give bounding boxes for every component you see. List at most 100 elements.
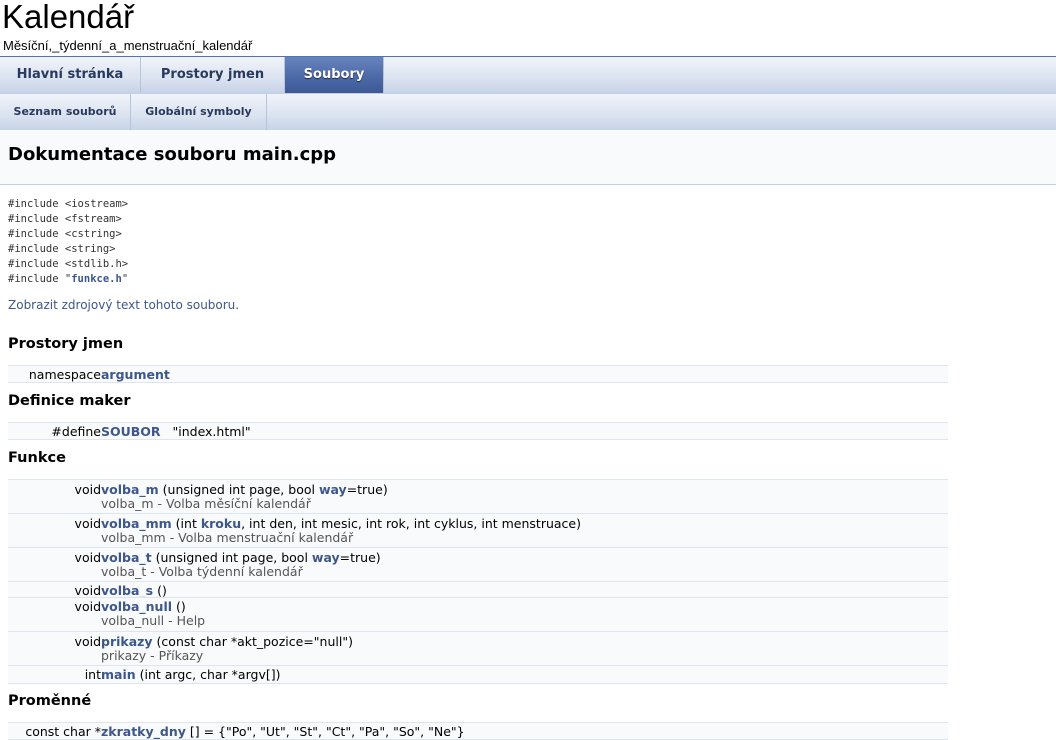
member-type: void (74, 516, 101, 531)
include-prefix: #include (8, 228, 65, 240)
member-link-soubor[interactable]: SOUBOR (101, 424, 161, 439)
member-type: int (84, 667, 101, 682)
include-name: <iostream> (64, 198, 129, 210)
member-type: namespace (28, 367, 101, 382)
member-link-volba-m[interactable]: volba_m (101, 482, 159, 497)
table-row: void prikazy (const char *akt_pozice="nu… (8, 631, 948, 665)
include-line: #include <string> (8, 242, 128, 257)
include-line: #include <stdlib.h> (8, 257, 128, 272)
tab-global-symbols[interactable]: Globální symboly (131, 94, 267, 130)
signature-text: (const char *akt_pozice="null") (152, 634, 353, 649)
signature-text: () (153, 583, 167, 598)
member-description: volba_null - Help (101, 613, 206, 628)
include-link-funkce[interactable]: funkce.h (71, 273, 122, 285)
member-link-volba-s[interactable]: volba_s (101, 583, 153, 598)
member-signature: volba_t (unsigned int page, bool way=tru… (101, 550, 381, 565)
include-line: #include <cstring> (8, 227, 128, 242)
section-title-variables: Proměnné (8, 693, 92, 709)
member-description: volba_m - Volba měsíční kalendář (101, 496, 311, 511)
member-link-main[interactable]: main (101, 667, 136, 682)
member-signature: prikazy (const char *akt_pozice="null") (101, 634, 353, 649)
member-link-volba-t[interactable]: volba_t (101, 550, 152, 565)
include-list: #include <iostream> #include <fstream> #… (8, 197, 128, 287)
table-row: void volba_mm (int kroku, int den, int m… (8, 513, 948, 547)
project-name: Kalendář (2, 0, 135, 35)
section-title-macros: Definice maker (8, 393, 131, 409)
member-description: volba_mm - Volba menstruační kalendář (101, 530, 354, 545)
param-link-way[interactable]: way (319, 482, 347, 497)
member-link-volba-null[interactable]: volba_null (101, 599, 172, 614)
param-link-way[interactable]: way (312, 550, 340, 565)
include-prefix: #include (8, 213, 65, 225)
table-row: namespace argument (8, 365, 948, 383)
member-type: void (74, 634, 101, 649)
member-type: void (74, 599, 101, 614)
variable-value: [] = {"Po", "Ut", "St", "Ct", "Pa", "So"… (185, 724, 465, 739)
member-description: prikazy - Příkazy (101, 648, 204, 663)
include-line: #include <iostream> (8, 197, 128, 212)
macro-value: "index.html" (172, 424, 251, 439)
page-header: Dokumentace souboru main.cpp (0, 130, 1056, 185)
project-brief: Měsíční,_týdenní_a_menstruační_kalendář (3, 38, 253, 53)
table-row: #define SOUBOR "index.html" (8, 422, 948, 440)
macros-table: #define SOUBOR "index.html" (8, 422, 948, 440)
member-type: #define (51, 424, 101, 439)
signature-text: =true) (339, 550, 381, 565)
tab-main-page[interactable]: Hlavní stránka (0, 57, 141, 93)
member-link-argument[interactable]: argument (101, 367, 170, 382)
member-link-zkratky-dny[interactable]: zkratky_dny (101, 724, 186, 739)
member-signature: volba_mm (int kroku, int den, int mesic,… (101, 516, 581, 531)
member-signature: volba_m (unsigned int page, bool way=tru… (101, 482, 388, 497)
namespaces-table: namespace argument (8, 365, 948, 383)
include-line: #include <fstream> (8, 212, 128, 227)
sub-tabs: Seznam souborů Globální symboly (0, 94, 1056, 131)
member-type: void (74, 550, 101, 565)
member-description: volba_t - Volba týdenní kalendář (101, 564, 303, 579)
tab-file-list[interactable]: Seznam souborů (0, 94, 131, 130)
param-link-kroku[interactable]: kroku (201, 516, 241, 531)
table-row: void volba_t (unsigned int page, bool wa… (8, 547, 948, 581)
signature-text: (int (171, 516, 201, 531)
signature-text: (unsigned int page, bool (151, 550, 312, 565)
signature-text: , int den, int mesic, int rok, int cyklu… (241, 516, 581, 531)
member-link-volba-mm[interactable]: volba_mm (101, 516, 172, 531)
include-quote: " (121, 273, 129, 285)
signature-text: () (172, 599, 186, 614)
member-signature: volba_null () (101, 599, 186, 614)
signature-text: =true) (346, 482, 388, 497)
include-prefix: #include (8, 273, 65, 285)
table-row: void volba_null () volba_null - Help (8, 597, 948, 631)
include-name: <stdlib.h> (64, 258, 129, 270)
include-line: #include "funkce.h" (8, 272, 128, 287)
tab-namespaces[interactable]: Prostory jmen (141, 57, 285, 93)
member-type: void (74, 482, 101, 497)
table-row: void volba_s () (8, 581, 948, 598)
member-entry: SOUBOR "index.html" (101, 424, 251, 439)
member-signature: main (int argc, char *argv[]) (101, 667, 280, 682)
variables-table: const char * zkratky_dny [] = {"Po", "Ut… (8, 722, 948, 740)
page-title: Dokumentace souboru main.cpp (8, 144, 337, 165)
include-prefix: #include (8, 243, 65, 255)
member-type: void (74, 583, 101, 598)
source-text-link[interactable]: Zobrazit zdrojový text tohoto souboru. (8, 298, 239, 312)
signature-text: (unsigned int page, bool (158, 482, 319, 497)
table-row: int main (int argc, char *argv[]) (8, 665, 948, 684)
include-name: <fstream> (64, 213, 122, 225)
member-signature: zkratky_dny [] = {"Po", "Ut", "St", "Ct"… (101, 724, 465, 739)
section-title-functions: Funkce (8, 450, 66, 466)
functions-table: void volba_m (unsigned int page, bool wa… (8, 479, 948, 684)
signature-text: (int argc, char *argv[]) (135, 667, 281, 682)
include-prefix: #include (8, 258, 65, 270)
table-row: void volba_m (unsigned int page, bool wa… (8, 479, 948, 513)
table-row: const char * zkratky_dny [] = {"Po", "Ut… (8, 722, 948, 740)
include-prefix: #include (8, 198, 65, 210)
member-signature: volba_s () (101, 583, 167, 598)
section-title-namespaces: Prostory jmen (8, 336, 124, 352)
member-link-prikazy[interactable]: prikazy (101, 634, 153, 649)
main-tabs: Hlavní stránka Prostory jmen Soubory (0, 57, 1056, 94)
include-name: <string> (64, 243, 116, 255)
title-area: Kalendář Měsíční,_týdenní_a_menstruační_… (0, 0, 1056, 57)
include-name: <cstring> (64, 228, 122, 240)
tab-files[interactable]: Soubory (285, 57, 384, 93)
member-type: const char * (25, 724, 101, 739)
